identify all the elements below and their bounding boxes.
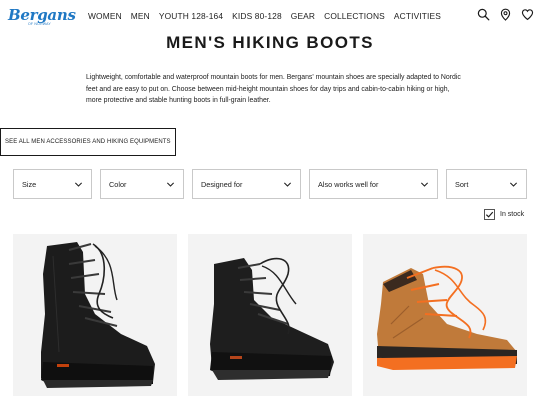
chevron-down-icon [283,181,292,187]
category-intro-text: Lightweight, comfortable and waterproof … [86,74,461,104]
site-header: Bergans OF NORWAY WOMEN MEN YOUTH 128-16… [0,0,540,32]
in-stock-checkbox[interactable] [484,209,495,220]
nav-item-women[interactable]: WOMEN [88,11,122,21]
filter-label: Color [109,179,127,189]
header-icons [477,8,534,21]
in-stock-toggle[interactable]: In stock [484,209,524,220]
chevron-down-icon [509,181,518,187]
chevron-down-icon [74,181,83,187]
nav-item-youth[interactable]: YOUTH 128-164 [159,11,223,21]
black-high-boot-image [41,242,155,388]
nav-item-collections[interactable]: COLLECTIONS [324,11,385,21]
nav-item-men[interactable]: MEN [131,11,150,21]
designed-for-filter-dropdown[interactable]: Designed for [192,169,301,199]
nav-item-gear[interactable]: GEAR [291,11,315,21]
page-title: MEN'S HIKING BOOTS [166,33,374,52]
main-nav: WOMEN MEN YOUTH 128-164 KIDS 80-128 GEAR… [88,11,450,21]
location-pin-icon[interactable] [499,8,512,21]
checkmark-icon [485,211,494,218]
size-filter-dropdown[interactable]: Size [13,169,92,199]
bergans-logo[interactable]: Bergans OF NORWAY [8,6,76,28]
filter-label: Sort [455,179,469,189]
nav-item-kids[interactable]: KIDS 80-128 [232,11,282,21]
nav-item-activities[interactable]: ACTIVITIES [394,11,441,21]
sort-dropdown[interactable]: Sort [446,169,527,199]
product-card[interactable] [363,234,527,396]
product-card[interactable] [188,234,352,396]
in-stock-label: In stock [500,211,525,218]
filter-bar: Size Color Designed for Also works well … [13,169,527,199]
chevron-down-icon [166,181,175,187]
heart-icon[interactable] [521,8,534,21]
tan-hiking-boot-image [377,265,517,370]
filter-label: Designed for [201,179,243,189]
chevron-down-icon [420,181,429,187]
also-works-well-for-filter-dropdown[interactable]: Also works well for [309,169,438,199]
search-icon[interactable] [477,8,490,21]
color-filter-dropdown[interactable]: Color [100,169,184,199]
filter-label: Also works well for [318,179,379,189]
black-mid-boot-image [210,257,334,380]
product-card[interactable] [13,234,177,396]
see-all-accessories-button[interactable]: SEE ALL MEN ACCESSORIES AND HIKING EQUIP… [0,128,176,156]
logo-subtext: OF NORWAY [28,22,51,26]
filter-label: Size [22,179,37,189]
